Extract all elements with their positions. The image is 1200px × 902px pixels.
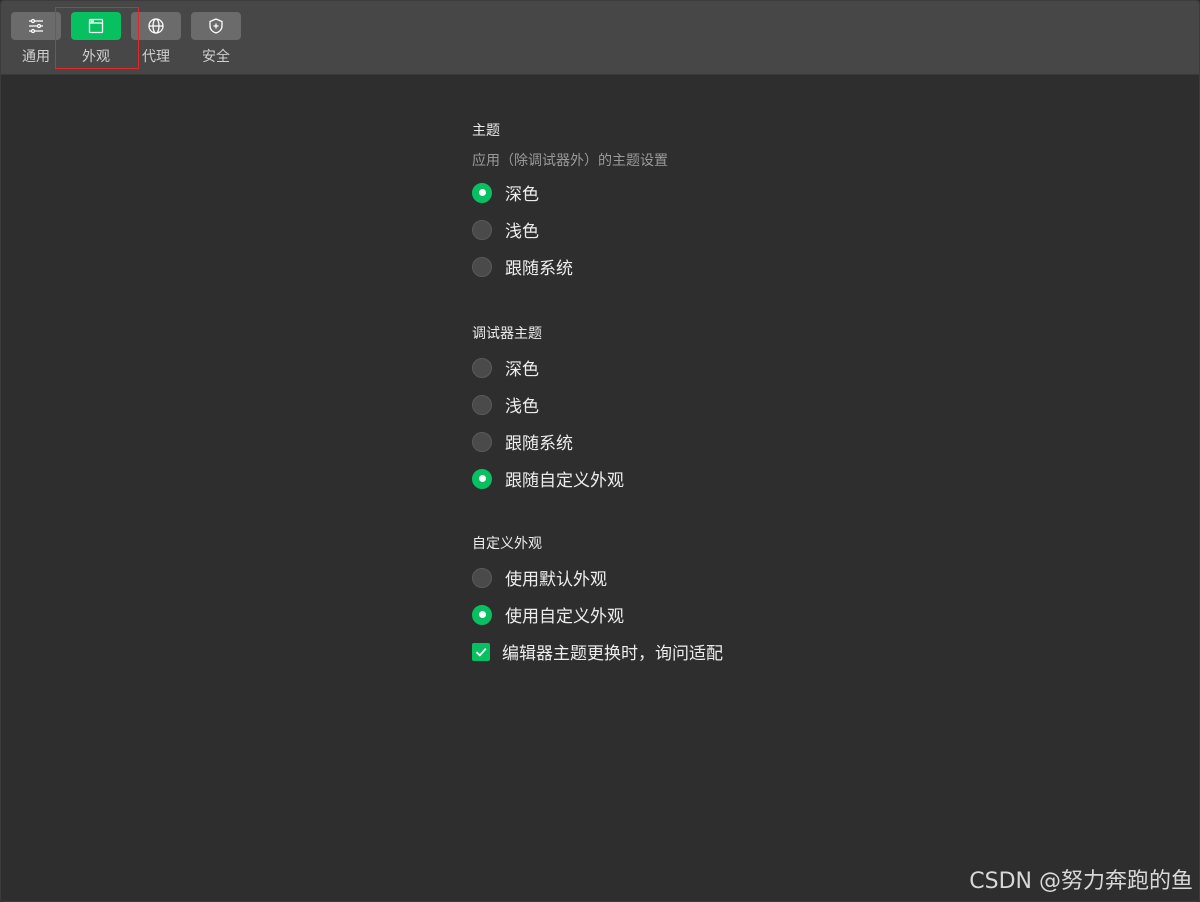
debugger-theme-section: 调试器主题 深色 浅色 跟随系统 跟随自定义外观 <box>472 324 624 497</box>
tab-proxy-button[interactable] <box>131 12 181 40</box>
tab-general[interactable]: 通用 <box>11 12 61 68</box>
tab-security-label: 安全 <box>202 49 230 65</box>
radio-unchecked[interactable] <box>472 219 492 240</box>
radio-unchecked[interactable] <box>472 431 492 452</box>
sliders-icon <box>29 18 43 34</box>
theme-option-light[interactable]: 浅色 <box>472 211 668 248</box>
theme-option-dark[interactable]: 深色 <box>472 174 668 211</box>
ask-adapt-checkbox[interactable] <box>472 642 490 661</box>
custom-option-custom[interactable]: 使用自定义外观 <box>472 596 723 633</box>
settings-toolbar: 通用 外观 代理 安全 <box>1 1 1199 75</box>
radio-checked[interactable] <box>472 182 492 203</box>
theme-section-description: 应用（除调试器外）的主题设置 <box>472 153 668 169</box>
tab-proxy[interactable]: 代理 <box>131 12 181 68</box>
tab-security-button[interactable] <box>191 12 241 40</box>
debugger-option-dark[interactable]: 深色 <box>472 349 624 386</box>
option-label: 使用自定义外观 <box>505 607 624 627</box>
option-label: 浅色 <box>505 222 539 242</box>
custom-option-default[interactable]: 使用默认外观 <box>472 559 723 596</box>
tab-security[interactable]: 安全 <box>191 12 241 68</box>
theme-section-title: 主题 <box>472 123 500 139</box>
radio-unchecked[interactable] <box>472 567 492 588</box>
debugger-option-light[interactable]: 浅色 <box>472 386 624 423</box>
option-label: 使用默认外观 <box>505 570 607 590</box>
tab-appearance-button[interactable] <box>71 12 121 40</box>
option-label: 深色 <box>505 360 539 380</box>
theme-section: 主题 应用（除调试器外）的主题设置 深色 浅色 跟随系统 <box>472 121 668 285</box>
custom-appearance-section: 自定义外观 使用默认外观 使用自定义外观 编辑器主题更换时，询问适配 <box>472 534 723 670</box>
theme-option-follow-system[interactable]: 跟随系统 <box>472 248 668 285</box>
watermark: CSDN @努力奔跑的鱼 <box>969 869 1193 894</box>
tab-general-button[interactable] <box>11 12 61 40</box>
tab-proxy-label: 代理 <box>142 49 170 65</box>
custom-appearance-section-title: 自定义外观 <box>472 536 542 552</box>
option-label: 跟随系统 <box>505 259 573 279</box>
radio-unchecked[interactable] <box>472 394 492 415</box>
tab-appearance-label: 外观 <box>82 49 110 65</box>
ask-adapt-checkbox-row[interactable]: 编辑器主题更换时，询问适配 <box>472 633 723 670</box>
shield-icon <box>209 18 223 34</box>
debugger-theme-section-title: 调试器主题 <box>472 326 542 342</box>
debugger-option-follow-system[interactable]: 跟随系统 <box>472 423 624 460</box>
option-label: 跟随自定义外观 <box>505 471 624 491</box>
radio-checked[interactable] <box>472 604 492 625</box>
tab-appearance[interactable]: 外观 <box>71 12 121 68</box>
option-label: 跟随系统 <box>505 434 573 454</box>
radio-unchecked[interactable] <box>472 256 492 277</box>
debugger-option-follow-custom[interactable]: 跟随自定义外观 <box>472 460 624 497</box>
window-icon <box>88 18 104 34</box>
option-label: 深色 <box>505 185 539 205</box>
tab-general-label: 通用 <box>22 49 50 65</box>
radio-checked[interactable] <box>472 468 492 489</box>
globe-icon <box>148 18 164 34</box>
checkmark-icon <box>475 647 487 657</box>
ask-adapt-checkbox-label: 编辑器主题更换时，询问适配 <box>502 644 723 664</box>
settings-window: 通用 外观 代理 安全 主题 应用（除调试器外）的主题设置 深色 浅色 跟随系统… <box>0 0 1200 902</box>
option-label: 浅色 <box>505 397 539 417</box>
radio-unchecked[interactable] <box>472 357 492 378</box>
